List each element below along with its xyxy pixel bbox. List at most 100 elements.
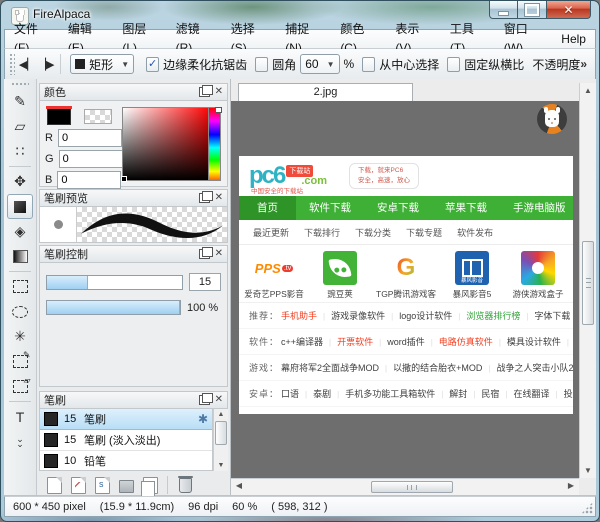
wp-nav-software: 软件下载 bbox=[296, 196, 364, 220]
from-center-checkbox[interactable] bbox=[362, 57, 375, 72]
gradient-tool[interactable] bbox=[7, 244, 33, 269]
close-panel-icon[interactable]: ✕ bbox=[215, 87, 223, 97]
antialias-checkbox[interactable]: ✓ bbox=[146, 57, 159, 72]
wp-subnav: 最近更新 下载排行 下载分类 下载专题 软件发布 bbox=[239, 220, 573, 245]
close-panel-icon[interactable]: ✕ bbox=[215, 193, 223, 203]
select-pen-tool[interactable]: ✎ bbox=[7, 349, 33, 374]
delete-brush-icon[interactable] bbox=[179, 478, 192, 493]
wp-nav-apple: 苹果下载 bbox=[432, 196, 500, 220]
magic-wand-tool[interactable]: ✳ bbox=[7, 324, 33, 349]
brush-row[interactable]: 10 铅笔 bbox=[40, 451, 212, 471]
float-panel-icon[interactable] bbox=[199, 87, 210, 97]
app-tgp: G TGP腾讯游戏客 bbox=[373, 251, 439, 300]
toolstrip-grip[interactable] bbox=[11, 82, 29, 87]
hue-bar[interactable] bbox=[208, 107, 221, 181]
scroll-left-icon[interactable]: ◀ bbox=[232, 481, 246, 490]
slider-fill bbox=[47, 276, 88, 289]
alpaca-head bbox=[545, 110, 559, 127]
more-tools-button[interactable]: ⌄⌄ bbox=[7, 429, 33, 454]
round-value-select[interactable]: 60 ▼ bbox=[300, 54, 339, 74]
scroll-up-icon[interactable]: ▲ bbox=[580, 86, 596, 95]
saturation-value-picker[interactable] bbox=[122, 107, 212, 181]
wp-link: 民宿 bbox=[467, 387, 499, 400]
sv-marker[interactable] bbox=[121, 176, 127, 182]
text-tool[interactable]: T bbox=[7, 404, 33, 429]
edit-brush-icon[interactable] bbox=[71, 477, 86, 494]
float-panel-icon[interactable] bbox=[199, 395, 210, 405]
folder-icon[interactable] bbox=[119, 480, 134, 493]
round-corner-checkbox[interactable] bbox=[255, 57, 268, 72]
wp-link-rows: 推荐： 手机助手 游戏录像软件 logo设计软件 浏览器排行榜 字体下载 视频 … bbox=[239, 302, 573, 407]
vertical-scrollbar[interactable]: ▲ ▼ bbox=[579, 83, 596, 478]
duplicate-brush-icon[interactable] bbox=[143, 477, 158, 494]
maximize-button[interactable] bbox=[518, 1, 546, 19]
dot-tool[interactable]: ∷ bbox=[7, 139, 33, 164]
brush-preview-title: 笔刷预览 bbox=[44, 190, 194, 206]
canvas-viewport[interactable]: pc6 下载站 .com 中国安全的下载站 下载，就来PC6 安全，高速，放心 … bbox=[231, 101, 579, 478]
brush-preview-header[interactable]: 笔刷预览 ✕ bbox=[39, 189, 228, 207]
close-panel-icon[interactable]: ✕ bbox=[215, 249, 223, 259]
toolbar-grip[interactable] bbox=[9, 53, 15, 75]
brush-row-selected[interactable]: 15 笔刷 ✱ bbox=[40, 409, 212, 430]
float-panel-icon[interactable] bbox=[199, 193, 210, 203]
close-button[interactable]: ✕ bbox=[546, 1, 591, 19]
color-panel-header[interactable]: 颜色 ✕ bbox=[39, 83, 228, 101]
scroll-up-icon[interactable]: ▲ bbox=[214, 411, 228, 418]
brush-stroke-preview bbox=[77, 207, 227, 242]
float-panel-icon[interactable] bbox=[199, 249, 210, 259]
toolbar-overflow-button[interactable]: » bbox=[580, 57, 587, 71]
move-tool[interactable]: ✥ bbox=[7, 169, 33, 194]
bucket-tool[interactable]: ◈ bbox=[7, 219, 33, 244]
new-brush-icon[interactable] bbox=[47, 477, 62, 494]
scroll-right-icon[interactable]: ▶ bbox=[564, 481, 578, 490]
foreground-color-swatch[interactable] bbox=[47, 107, 71, 125]
brush-size-slider[interactable] bbox=[46, 275, 183, 290]
chevron-down-icon: ▼ bbox=[121, 60, 129, 69]
transparent-color-swatch[interactable] bbox=[84, 109, 112, 124]
scroll-down-icon[interactable]: ▼ bbox=[214, 462, 228, 469]
hue-marker[interactable] bbox=[215, 107, 222, 113]
next-button[interactable]: ▕▶ bbox=[37, 54, 56, 74]
red-input[interactable] bbox=[58, 129, 122, 147]
maximize-icon bbox=[525, 4, 539, 16]
wp-link: 幕府将军2全面战争MOD bbox=[281, 361, 379, 374]
horizontal-scrollbar[interactable]: ◀ ▶ bbox=[231, 478, 579, 495]
status-dpi: 96 dpi bbox=[188, 501, 218, 513]
select-eraser-tool[interactable]: ▱ bbox=[7, 374, 33, 399]
minimize-button[interactable] bbox=[489, 1, 518, 19]
menu-help[interactable]: Help bbox=[552, 30, 595, 49]
brush-opacity-slider[interactable] bbox=[46, 300, 181, 315]
close-panel-icon[interactable]: ✕ bbox=[215, 395, 223, 405]
brush-control-header[interactable]: 笔刷控制 ✕ bbox=[39, 245, 228, 263]
wp-nav-mobile-game: 手游电脑版 bbox=[500, 196, 573, 220]
app-label: 豌豆荚 bbox=[307, 288, 373, 300]
from-center-label: 从中心选择 bbox=[379, 56, 439, 73]
brush-list-header[interactable]: 笔刷 ✕ bbox=[39, 391, 228, 409]
row-prefix: 安卓： bbox=[249, 387, 279, 400]
fixed-ratio-checkbox[interactable] bbox=[447, 57, 460, 72]
document-tab[interactable]: 2.jpg bbox=[238, 83, 413, 101]
prev-button[interactable]: ◀▏ bbox=[18, 54, 37, 74]
pc6-logo-text: pc6 bbox=[249, 165, 284, 187]
chevron-down-icon: ▼ bbox=[327, 60, 335, 69]
resize-grip[interactable] bbox=[581, 502, 593, 514]
brush-row[interactable]: 15 笔刷 (淡入淡出) bbox=[40, 430, 212, 451]
scrollbar-thumb[interactable] bbox=[371, 481, 453, 493]
select-rect-tool[interactable] bbox=[7, 274, 33, 299]
blue-input[interactable] bbox=[57, 171, 121, 189]
lasso-tool[interactable] bbox=[7, 299, 33, 324]
pen-tool[interactable]: ✎ bbox=[7, 89, 33, 114]
scrollbar-thumb[interactable] bbox=[215, 421, 227, 445]
script-brush-icon[interactable] bbox=[95, 477, 110, 494]
green-input[interactable] bbox=[59, 150, 123, 168]
scroll-down-icon[interactable]: ▼ bbox=[580, 466, 596, 475]
slogan-line2: 安全，高速，放心 bbox=[358, 176, 410, 186]
round-corner-label: 圆角 bbox=[272, 56, 296, 73]
eraser-tool[interactable]: ▱ bbox=[7, 114, 33, 139]
panel-dock: 颜色 ✕ R G B bbox=[37, 79, 231, 495]
shape-rect-tool[interactable] bbox=[7, 194, 33, 219]
shape-select[interactable]: 矩形 ▼ bbox=[70, 54, 134, 74]
scrollbar-thumb[interactable] bbox=[582, 241, 594, 325]
gear-icon[interactable]: ✱ bbox=[198, 412, 208, 426]
brush-list-scrollbar[interactable]: ▲ ▼ bbox=[213, 409, 228, 471]
